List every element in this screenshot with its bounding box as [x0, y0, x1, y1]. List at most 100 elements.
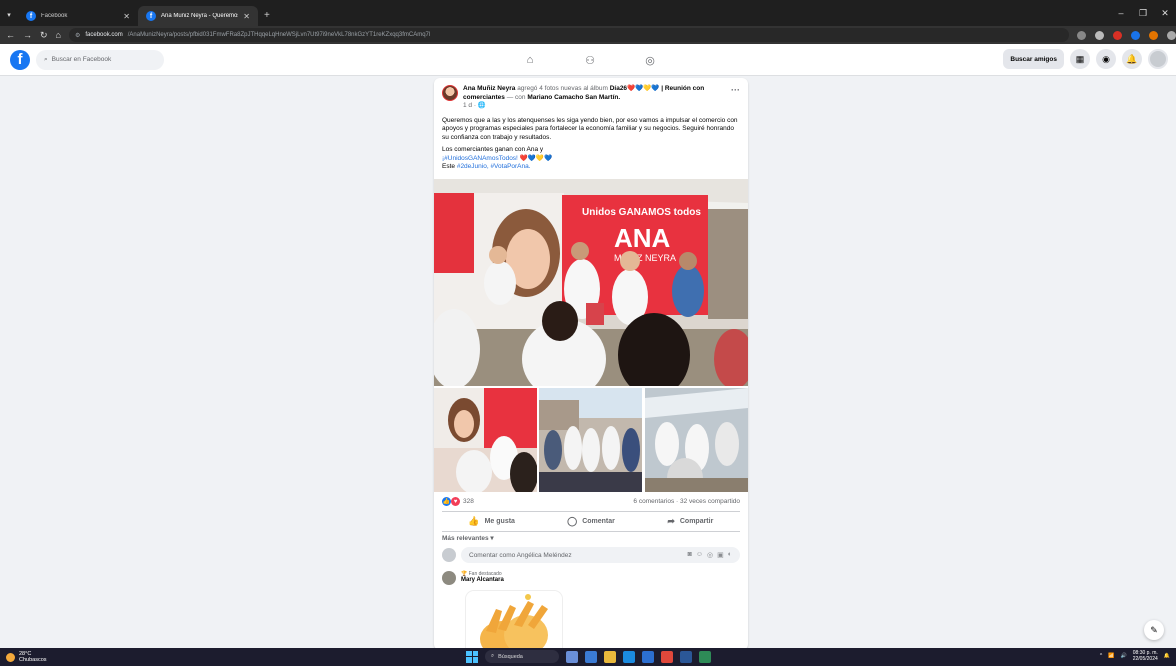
clock[interactable]: 08:30 p. m. 22/05/2024 — [1133, 650, 1158, 662]
share-button[interactable]: ➦ Compartir — [641, 512, 740, 531]
taskbar-search-label: Búsqueda — [498, 653, 523, 660]
menu-grid-icon[interactable]: ▦ — [1070, 49, 1090, 69]
rally-photo: Unidos GANAMOS todos ANA MUÑIZ NEYRA — [434, 179, 748, 386]
app-icon[interactable] — [680, 650, 692, 663]
reaction-summary: 👍 ♥ 328 6 comentarios · 32 veces compart… — [442, 497, 740, 506]
friends-nav-icon[interactable]: ⚇ — [580, 50, 600, 70]
back-icon[interactable]: ← — [6, 30, 15, 40]
address-bar[interactable]: ⚙ facebook.com/AnaMunizNeyra/posts/pfbid… — [68, 28, 1069, 42]
reaction-icons[interactable]: 👍 ♥ 328 — [442, 497, 474, 506]
sticker-icon[interactable]: ◐ — [728, 551, 732, 559]
extensions-puzzle-icon[interactable] — [1166, 30, 1176, 40]
author-avatar[interactable] — [442, 85, 458, 101]
forward-icon[interactable]: → — [23, 30, 32, 40]
new-tab-button[interactable]: + — [258, 4, 276, 26]
reaction-count[interactable]: 328 — [463, 498, 474, 505]
home-nav-icon[interactable]: ⌂ — [520, 50, 540, 70]
photo-thumb — [434, 388, 538, 492]
file-explorer-icon[interactable] — [604, 650, 616, 663]
post-photo[interactable] — [434, 388, 538, 492]
restore-icon[interactable]: ❐ — [1132, 0, 1154, 26]
share-arrow-icon: ➦ — [667, 516, 675, 526]
windows-start-icon[interactable] — [466, 650, 478, 663]
post-time[interactable]: 1 d · — [463, 102, 476, 109]
minimize-icon[interactable]: – — [1110, 0, 1132, 26]
window-controls: – ❐ ✕ — [1110, 0, 1176, 26]
commenter-name[interactable]: Mary Alcantara — [461, 577, 504, 583]
post-paragraph: Queremos que a las y los atenquenses les… — [442, 116, 738, 141]
search-placeholder: Buscar en Facebook — [51, 56, 112, 63]
notification-bell-icon[interactable]: 🔔 — [1164, 653, 1170, 659]
facebook-logo-icon[interactable]: f — [10, 49, 30, 70]
groups-nav-icon[interactable]: ◎ — [640, 50, 660, 70]
post-action-text: agregó 4 fotos nuevas al álbum — [517, 85, 608, 92]
emoji-icon[interactable]: ☺ — [696, 551, 703, 559]
search-icon: ⌕ — [491, 653, 495, 659]
close-icon[interactable]: ✕ — [243, 12, 250, 21]
like-button[interactable]: 👍 Me gusta — [442, 512, 541, 531]
post-hashtag-line[interactable]: ¡#UnidosGANAmosTodos! ❤️💙💛💙 — [442, 155, 740, 164]
post-photo-grid — [434, 388, 748, 492]
search-input[interactable]: ⌕ Buscar en Facebook — [36, 49, 164, 70]
main-nav: ⌂ ⚇ ◎ — [520, 50, 660, 70]
tab-post[interactable]: f Ana Muñiz Neyra - Queremos q... ✕ — [138, 6, 258, 26]
cast-icon[interactable] — [1076, 30, 1086, 40]
widgets-app-icon[interactable] — [566, 650, 578, 663]
extension-icon[interactable] — [1130, 30, 1140, 40]
app-icon[interactable] — [699, 650, 711, 663]
extension-icon[interactable] — [1112, 30, 1122, 40]
chrome-browser-icon[interactable] — [661, 650, 673, 663]
extension-icon[interactable] — [1148, 30, 1158, 40]
post-hashtags[interactable]: #2deJunio, #VotaPorAna. — [457, 163, 531, 170]
comment-sort-dropdown[interactable]: Más relevantes ▾ — [442, 534, 494, 542]
store-app-icon[interactable] — [642, 650, 654, 663]
notifications-bell-icon[interactable]: 🔔 — [1122, 49, 1142, 69]
browser-tab-bar: ▾ f Facebook ✕ f Ana Muñiz Neyra - Quere… — [0, 0, 1176, 26]
close-icon[interactable]: ✕ — [123, 12, 130, 21]
tab-facebook[interactable]: f Facebook ✕ — [18, 6, 138, 26]
comment-input[interactable]: Comentar como Angélica Meléndez ◙ ☺ ◎ ▣ … — [461, 547, 740, 563]
comment-placeholder: Comentar como Angélica Meléndez — [469, 551, 572, 559]
search-icon: ⌕ — [44, 55, 48, 63]
new-message-edit-icon[interactable]: ✎ — [1144, 620, 1164, 640]
post-card: Ana Muñiz Neyra agregó 4 fotos nuevas al… — [434, 78, 748, 650]
avatar-sticker-icon[interactable]: ◙ — [688, 551, 692, 559]
find-friends-button[interactable]: Buscar amigos — [1003, 49, 1064, 69]
wifi-icon[interactable]: 📶 — [1108, 653, 1114, 659]
photo-thumb — [539, 388, 643, 492]
camera-icon[interactable]: ◎ — [707, 551, 713, 559]
edge-browser-icon[interactable] — [623, 650, 635, 663]
post-photo-main[interactable]: Unidos GANAMOS todos ANA MUÑIZ NEYRA — [434, 179, 748, 386]
taskbar-search[interactable]: ⌕ Búsqueda — [485, 650, 559, 663]
more-options-icon[interactable]: ··· — [731, 85, 740, 111]
tagged-person[interactable]: Mariano Camacho San Martín. — [527, 94, 620, 101]
facebook-favicon-icon: f — [26, 11, 36, 21]
weather-desc: Chubascos — [19, 657, 47, 663]
commenter-avatar[interactable] — [442, 571, 456, 585]
like-label: Me gusta — [484, 518, 515, 525]
bookmark-star-icon[interactable] — [1094, 30, 1104, 40]
facebook-favicon-icon: f — [146, 11, 156, 21]
clapping-hands-icon — [466, 591, 562, 650]
post-photo[interactable] — [539, 388, 643, 492]
author-name[interactable]: Ana Muñiz Neyra — [463, 85, 515, 92]
messenger-icon[interactable]: ◉ — [1096, 49, 1116, 69]
globe-icon: 🌐 — [477, 102, 486, 109]
task-view-icon[interactable] — [585, 650, 597, 663]
weather-widget[interactable]: 28°C Chubascos — [0, 651, 47, 663]
comments-shares-count[interactable]: 6 comentarios · 32 veces compartido — [633, 498, 740, 505]
reload-icon[interactable]: ↻ — [40, 30, 48, 41]
volume-icon[interactable]: 🔊 — [1121, 653, 1127, 659]
comment-button[interactable]: ◯ Comentar — [541, 512, 640, 531]
site-info-icon[interactable]: ⚙ — [75, 32, 80, 39]
home-icon[interactable]: ⌂ — [56, 30, 61, 40]
love-reaction-icon: ♥ — [451, 497, 460, 506]
comment-item: 🏆 Fan destacado Mary Alcantara — [442, 571, 740, 650]
chevron-up-icon[interactable]: ^ — [1100, 653, 1102, 659]
close-window-icon[interactable]: ✕ — [1154, 0, 1176, 26]
account-avatar[interactable] — [1148, 49, 1168, 69]
gif-icon[interactable]: ▣ — [717, 551, 724, 559]
photo-thumb — [644, 388, 748, 492]
tab-search-icon[interactable]: ▾ — [0, 4, 18, 26]
post-photo[interactable] — [644, 388, 748, 492]
